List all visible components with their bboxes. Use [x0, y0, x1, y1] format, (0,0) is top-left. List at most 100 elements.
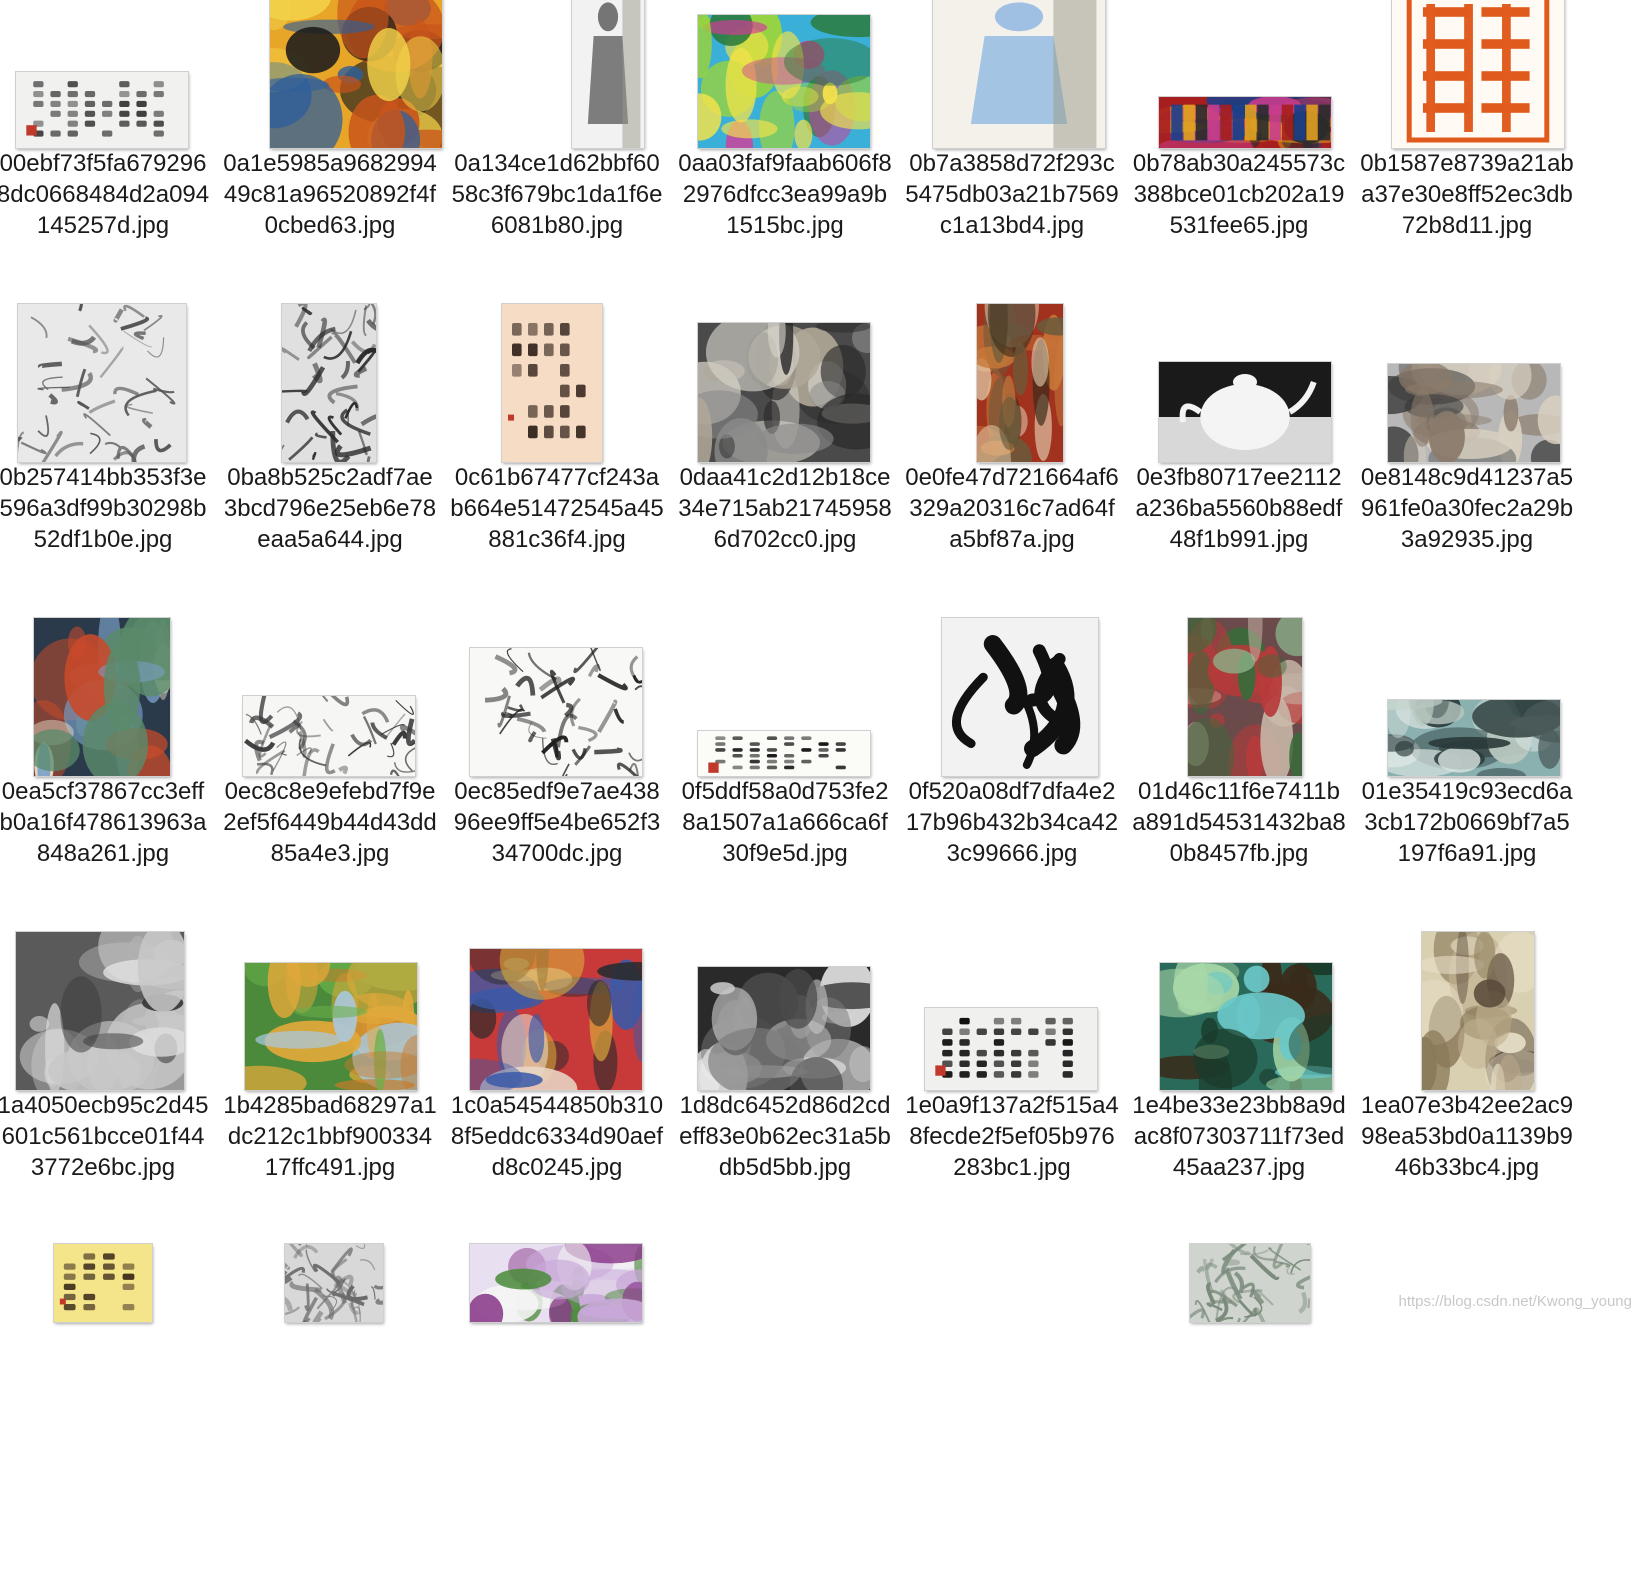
thumbnail[interactable] — [470, 648, 642, 776]
thumbnail[interactable] — [1159, 97, 1331, 148]
file-item[interactable]: 1b4285bad68297a1dc212c1bbf90033417ffc491… — [215, 930, 445, 1258]
file-item[interactable]: 0e3fb80717ee2112a236ba5560b88edf48f1b991… — [1124, 302, 1354, 630]
file-item[interactable]: 1e0a9f137a2f515a48fecde2f5ef05b976283bc1… — [897, 930, 1127, 1258]
thumbnail[interactable] — [1190, 1244, 1310, 1322]
thumbnail[interactable] — [270, 0, 442, 148]
file-item[interactable] — [215, 1244, 445, 1572]
file-item[interactable]: 0ba8b525c2adf7ae3bcd796e25eb6e78eaa5a644… — [215, 302, 445, 630]
thumbnail-frame — [670, 0, 900, 148]
thumbnail[interactable] — [933, 0, 1105, 148]
thumbnail-image — [1159, 362, 1331, 462]
file-item[interactable]: 1d8dc6452d86d2cdeff83e0b62ec31a5bdb5d5bb… — [670, 930, 900, 1258]
file-item[interactable]: 0a1e5985a968299449c81a96520892f4f0cbed63… — [215, 0, 445, 316]
thumbnail-image — [1422, 932, 1534, 1090]
thumbnail[interactable] — [1422, 932, 1534, 1090]
thumbnail-frame — [1124, 616, 1354, 776]
file-item[interactable]: 0b1587e8739a21aba37e30e8ff52ec3db72b8d11… — [1352, 0, 1582, 316]
thumbnail-frame — [670, 930, 900, 1090]
thumbnail-frame — [215, 0, 445, 148]
thumbnail-frame — [1352, 930, 1582, 1090]
file-item[interactable]: 1ea07e3b42ee2ac998ea53bd0a1139b946b33bc4… — [1352, 930, 1582, 1258]
thumbnail[interactable] — [34, 618, 170, 776]
thumbnail-image — [698, 323, 870, 462]
thumbnail[interactable] — [16, 72, 188, 148]
file-item[interactable] — [442, 1244, 672, 1572]
thumbnail[interactable] — [285, 1244, 383, 1322]
thumbnail-frame — [215, 616, 445, 776]
thumbnail-frame — [0, 616, 218, 776]
file-item[interactable]: 00ebf73f5fa6792968dc0668484d2a094145257d… — [0, 0, 218, 316]
file-name-label: 1ea07e3b42ee2ac998ea53bd0a1139b946b33bc4… — [1360, 1092, 1574, 1181]
thumbnail-image — [16, 932, 184, 1090]
file-item[interactable]: 0f5ddf58a0d753fe28a1507a1a666ca6f30f9e5d… — [670, 616, 900, 944]
thumbnail[interactable] — [1160, 963, 1332, 1090]
thumbnail[interactable] — [1159, 362, 1331, 462]
thumbnail-image — [34, 618, 170, 776]
file-item[interactable]: 01e35419c93ecd6a3cb172b0669bf7a5197f6a91… — [1352, 616, 1582, 944]
thumbnail-frame — [1352, 302, 1582, 462]
thumbnail[interactable] — [282, 304, 376, 462]
thumbnail[interactable] — [698, 967, 870, 1090]
file-item[interactable]: 0aa03faf9faab606f82976dfcc3ea99a9b1515bc… — [670, 0, 900, 316]
thumbnail-frame — [442, 302, 672, 462]
thumbnail[interactable] — [698, 15, 870, 148]
thumbnail[interactable] — [572, 0, 644, 148]
thumbnail[interactable] — [18, 304, 186, 462]
file-item[interactable]: 01d46c11f6e7411ba891d54531432ba80b8457fb… — [1124, 616, 1354, 944]
file-item[interactable]: 0e8148c9d41237a5961fe0a30fec2a29b3a92935… — [1352, 302, 1582, 630]
thumbnail[interactable] — [243, 696, 415, 776]
file-item[interactable]: 0ec8c8e9efebd7f9e2ef5f6449b44d43dd85a4e3… — [215, 616, 445, 944]
thumbnail-frame — [215, 302, 445, 462]
file-item[interactable]: 0b7a3858d72f293c5475db03a21b7569c1a13bd4… — [897, 0, 1127, 316]
thumbnail-image — [16, 72, 188, 148]
file-item[interactable]: 1c0a54544850b3108f5eddc6334d90aefd8c0245… — [442, 930, 672, 1258]
thumbnail-frame — [1352, 616, 1582, 776]
thumbnail[interactable] — [977, 304, 1063, 462]
thumbnail-frame — [1124, 302, 1354, 462]
thumbnail-frame — [1124, 0, 1354, 148]
thumbnail-frame — [670, 302, 900, 462]
thumbnail-frame — [215, 930, 445, 1090]
file-name-label: 0b257414bb353f3e596a3df99b30298b52df1b0e… — [0, 464, 207, 553]
thumbnail-image — [698, 15, 870, 148]
thumbnail[interactable] — [470, 1244, 642, 1322]
file-item[interactable]: 0b78ab30a245573c388bce01cb202a19531fee65… — [1124, 0, 1354, 316]
file-item[interactable]: 1e4be33e23bb8a9dac8f07303711f73ed45aa237… — [1124, 930, 1354, 1258]
file-item[interactable]: 0e0fe47d721664af6329a20316c7ad64fa5bf87a… — [897, 302, 1127, 630]
file-item[interactable] — [0, 1244, 218, 1572]
thumbnail[interactable] — [1188, 618, 1302, 776]
thumbnail[interactable] — [698, 323, 870, 462]
thumbnail[interactable] — [1392, 0, 1564, 148]
thumbnail[interactable] — [502, 304, 602, 462]
thumbnail[interactable] — [54, 1244, 152, 1322]
thumbnail[interactable] — [245, 963, 417, 1090]
thumbnail[interactable] — [942, 618, 1098, 776]
file-item[interactable]: 0b257414bb353f3e596a3df99b30298b52df1b0e… — [0, 302, 218, 630]
thumbnail-image — [977, 304, 1063, 462]
thumbnail-image — [698, 967, 870, 1090]
file-item[interactable]: 0c61b67477cf243ab664e51472545a45881c36f4… — [442, 302, 672, 630]
file-item[interactable]: 0daa41c2d12b18ce34e715ab217459586d702cc0… — [670, 302, 900, 630]
file-item[interactable]: 0ec85edf9e7ae43896ee9ff5e4be652f334700dc… — [442, 616, 672, 944]
file-item[interactable]: 0a134ce1d62bbf6058c3f679bc1da1f6e6081b80… — [442, 0, 672, 316]
thumbnail[interactable] — [1388, 364, 1560, 462]
thumbnail[interactable] — [698, 731, 870, 776]
thumbnail-image — [243, 696, 415, 776]
thumbnail-frame — [897, 616, 1127, 776]
file-item[interactable]: 0ea5cf37867cc3effb0a16f478613963a848a261… — [0, 616, 218, 944]
thumbnail-frame — [1124, 1244, 1354, 1404]
thumbnail[interactable] — [470, 949, 642, 1090]
thumbnail[interactable] — [1388, 700, 1560, 776]
thumbnail[interactable] — [925, 1008, 1097, 1090]
file-name-label: 1a4050ecb95c2d45601c561bcce01f443772e6bc… — [0, 1092, 209, 1181]
thumbnail-image — [925, 1008, 1097, 1090]
thumbnail[interactable] — [16, 932, 184, 1090]
file-item[interactable] — [1124, 1244, 1354, 1572]
thumbnail-frame — [897, 0, 1127, 148]
file-item[interactable]: 0f520a08df7dfa4e217b96b432b34ca423c99666… — [897, 616, 1127, 944]
thumbnail-image — [1190, 1244, 1310, 1322]
file-name-label: 0c61b67477cf243ab664e51472545a45881c36f4… — [450, 464, 664, 553]
thumbnail-frame — [1352, 0, 1582, 148]
file-name-label: 0b7a3858d72f293c5475db03a21b7569c1a13bd4… — [905, 150, 1119, 239]
file-item[interactable]: 1a4050ecb95c2d45601c561bcce01f443772e6bc… — [0, 930, 218, 1258]
